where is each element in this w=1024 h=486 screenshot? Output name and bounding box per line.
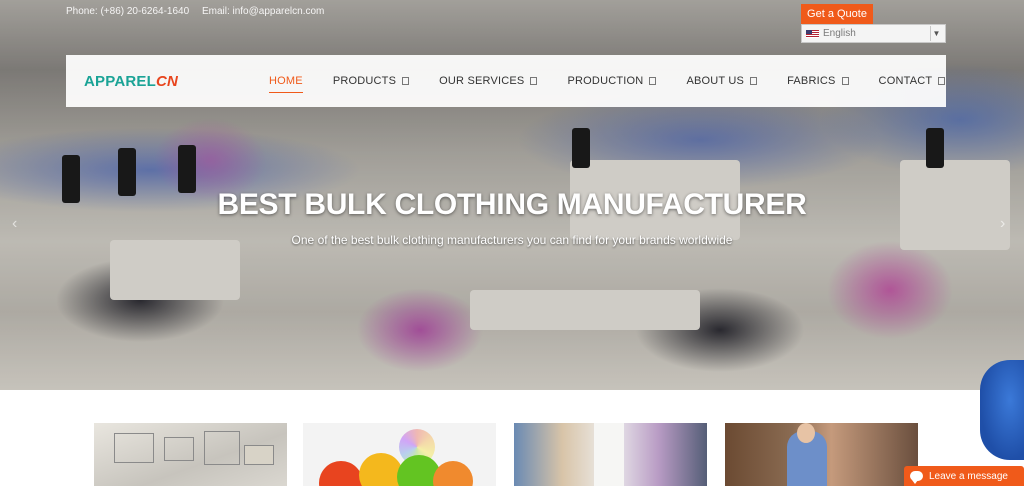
chat-bubble-icon xyxy=(910,471,923,484)
hero-subtitle: One of the best bulk clothing manufactur… xyxy=(291,233,733,247)
warehouse-aisle-shape xyxy=(594,423,624,486)
dropdown-icon xyxy=(938,77,946,85)
nav-item-label: FABRICS xyxy=(787,75,836,87)
sketch-shape xyxy=(164,437,194,461)
nav-item-home[interactable]: HOME xyxy=(269,55,303,107)
nav-item-about-us[interactable]: ABOUT US xyxy=(686,55,758,107)
main-nav: HOME PRODUCTS OUR SERVICES PRODUCTION AB… xyxy=(269,55,975,107)
slider-prev-icon[interactable]: ‹ xyxy=(12,215,17,233)
nav-item-contact[interactable]: CONTACT xyxy=(879,55,946,107)
dropdown-icon xyxy=(841,77,849,85)
us-flag-icon xyxy=(806,29,819,38)
language-select[interactable]: English ▼ xyxy=(801,24,946,43)
nav-item-label: HOME xyxy=(269,75,303,87)
nav-item-production[interactable]: PRODUCTION xyxy=(567,55,657,107)
nav-item-fabrics[interactable]: FABRICS xyxy=(787,55,849,107)
slider-next-icon[interactable]: › xyxy=(1000,215,1005,233)
nav-item-label: PRODUCTION xyxy=(567,75,644,87)
nav-item-label: OUR SERVICES xyxy=(439,75,525,87)
dropdown-icon xyxy=(649,77,657,85)
dropdown-icon xyxy=(402,77,410,85)
nav-item-our-services[interactable]: OUR SERVICES xyxy=(439,55,538,107)
fabric-warehouse-image[interactable] xyxy=(514,423,707,486)
sketch-shape xyxy=(204,431,240,465)
feature-section xyxy=(66,390,946,486)
nav-item-label: CONTACT xyxy=(878,75,933,87)
contact-bar: Phone: (+86) 20-6264-1640 Email: info@ap… xyxy=(66,6,334,17)
yarn-ball-shape xyxy=(319,461,363,486)
leave-message-button[interactable]: Leave a message xyxy=(904,466,1024,486)
email-text: Email: info@apparelcn.com xyxy=(201,6,325,17)
leave-message-label: Leave a message xyxy=(929,470,1008,482)
nav-item-label: ABOUT US xyxy=(686,75,745,87)
main-header: APPARELCN HOME PRODUCTS OUR SERVICES PRO… xyxy=(66,55,946,107)
phone-text: Phone: (+86) 20-6264-1640 xyxy=(66,6,190,17)
dropdown-icon xyxy=(530,77,538,85)
logo-text-cn: CN xyxy=(155,73,179,90)
dropdown-icon xyxy=(750,77,758,85)
logo-text-apparel: APPAREL xyxy=(84,73,156,90)
yarn-ball-shape xyxy=(433,461,473,486)
design-sketch-image[interactable] xyxy=(94,423,287,486)
yarn-balls-image[interactable] xyxy=(303,423,496,486)
hero-title: BEST BULK CLOTHING MANUFACTURER xyxy=(217,188,807,221)
site-logo[interactable]: APPARELCN xyxy=(84,73,178,90)
sketch-shape xyxy=(114,433,154,463)
nav-item-label: PRODUCTS xyxy=(332,75,397,87)
get-quote-button[interactable]: Get a Quote xyxy=(801,4,873,25)
chevron-down-icon: ▼ xyxy=(930,26,942,41)
person-head-shape xyxy=(797,423,815,443)
nav-item-products[interactable]: PRODUCTS xyxy=(332,55,410,107)
fabric-roll-image xyxy=(980,360,1024,460)
showroom-image[interactable] xyxy=(725,423,918,486)
sketch-shape xyxy=(244,445,274,465)
language-selected: English xyxy=(823,28,856,39)
